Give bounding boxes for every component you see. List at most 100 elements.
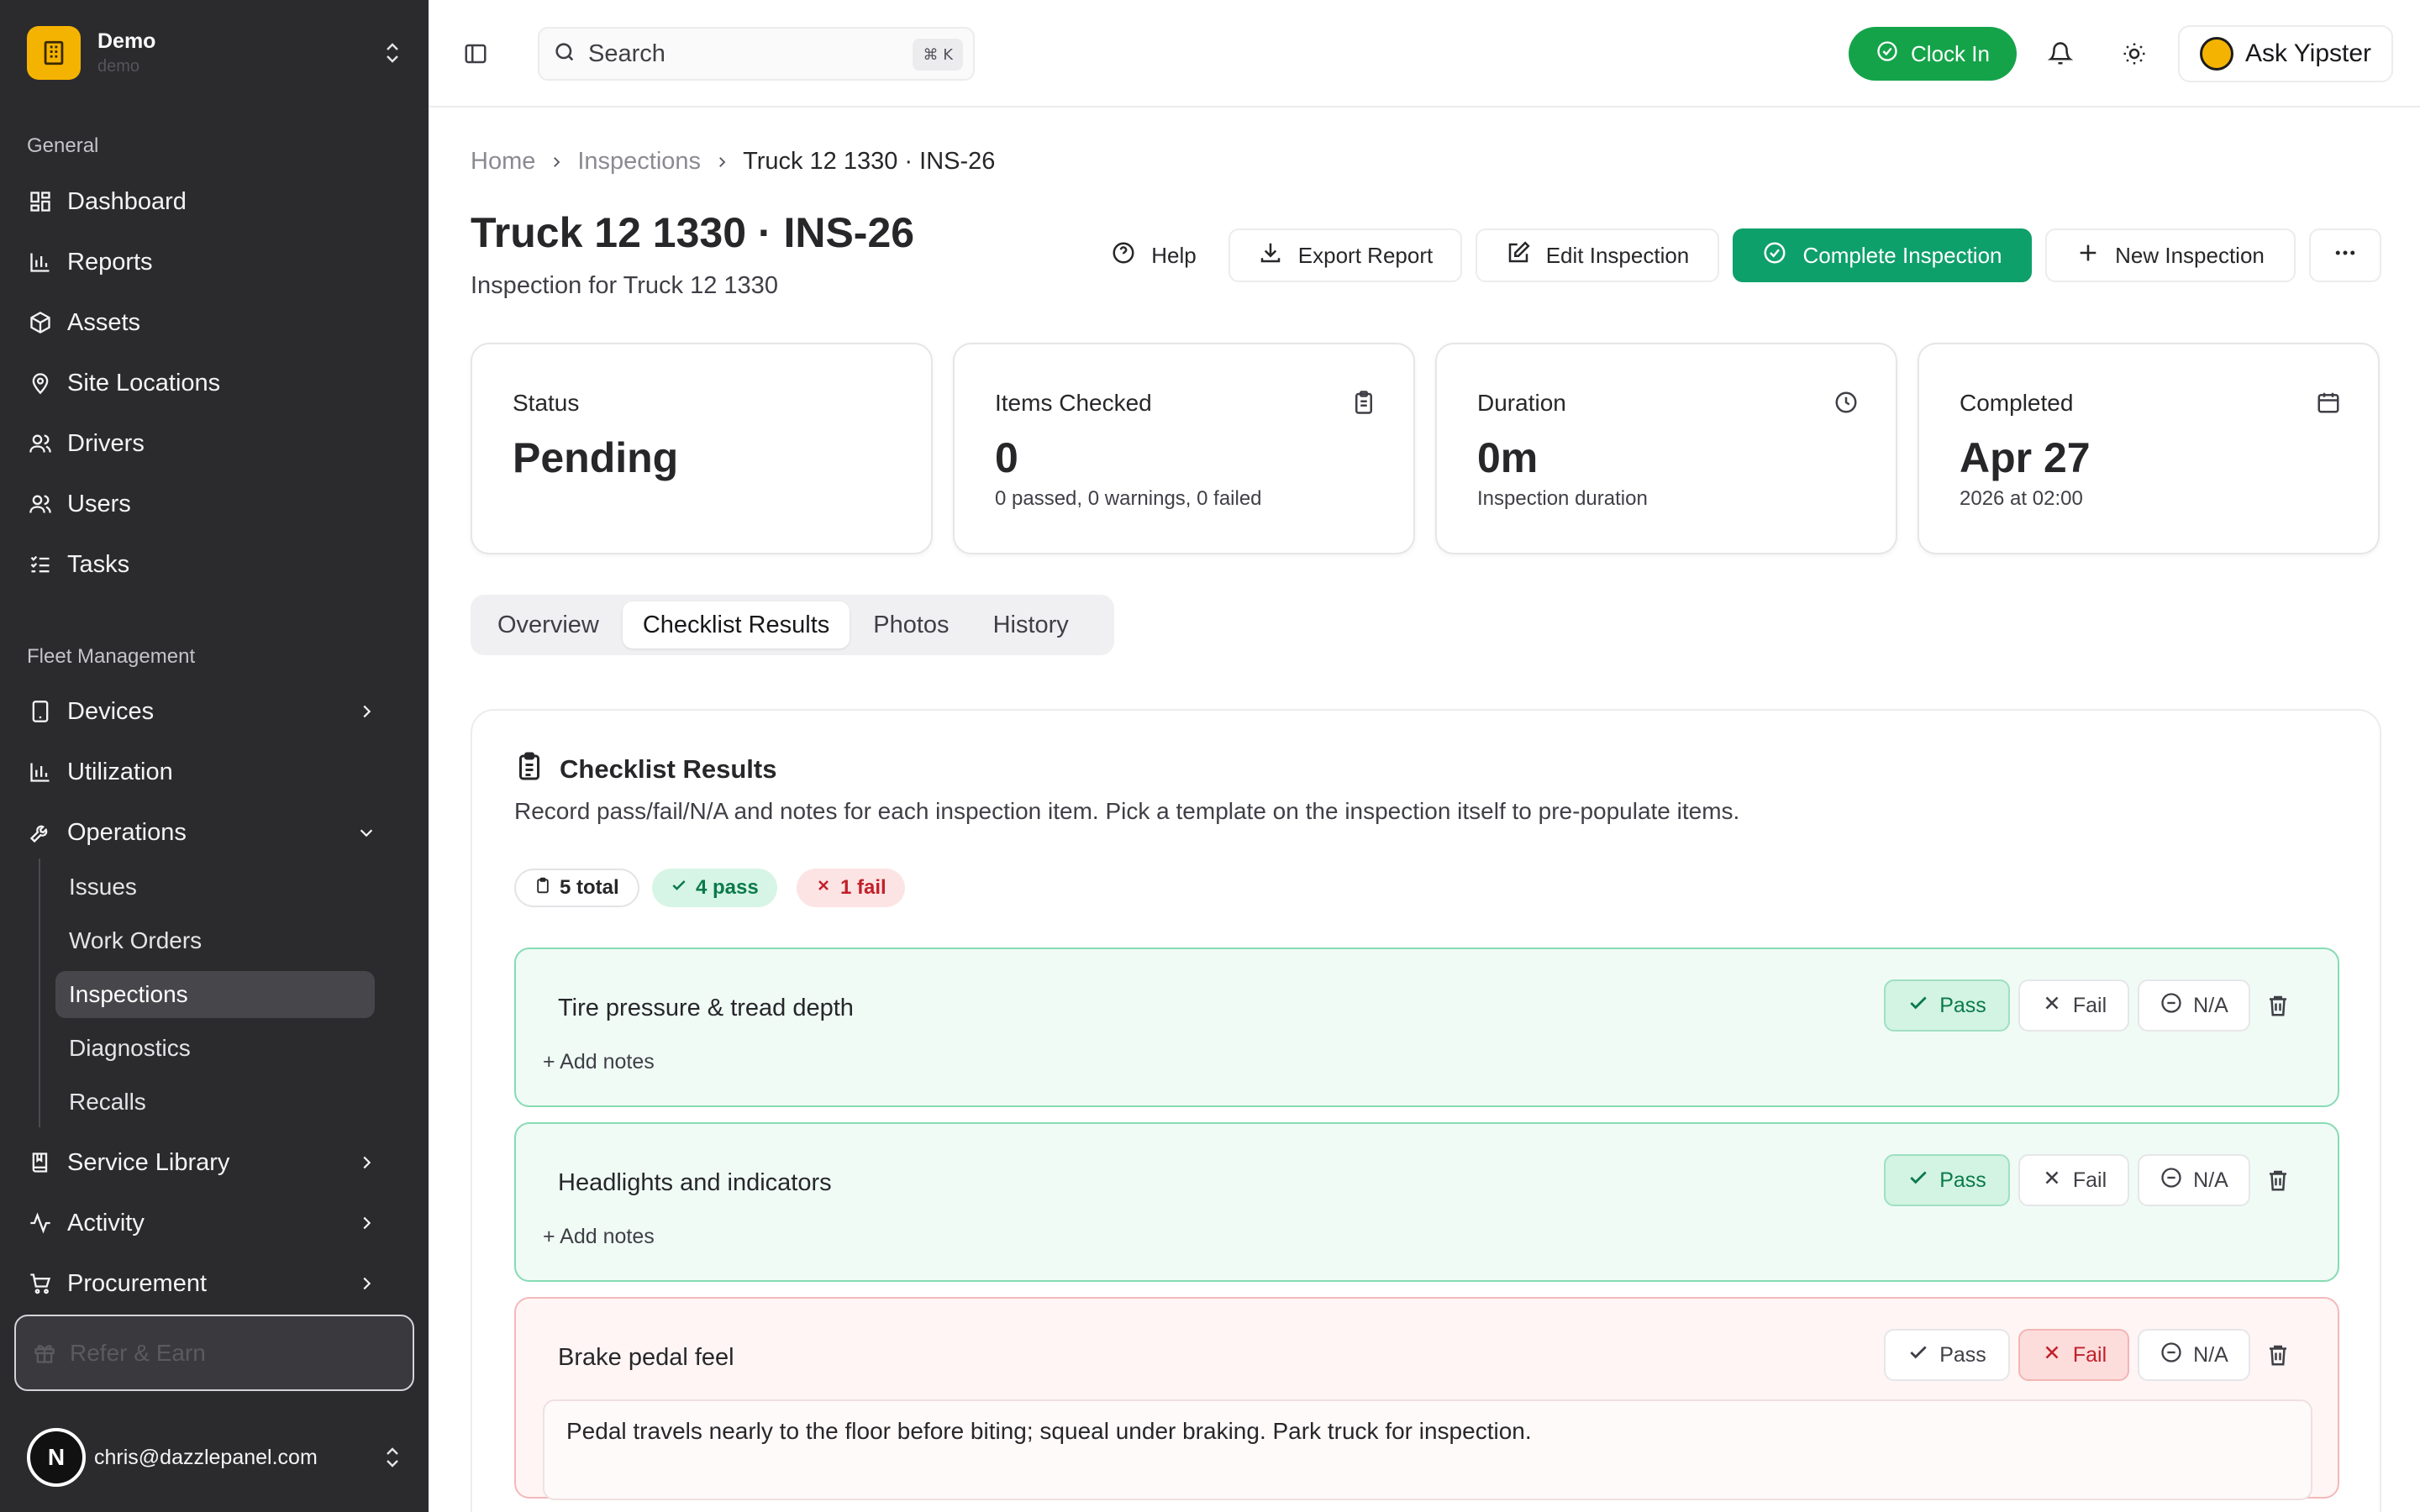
bell-icon[interactable] [2044, 37, 2077, 71]
stat-value: 0m [1477, 434, 1539, 481]
pass-button[interactable]: Pass [1884, 1154, 2010, 1206]
stat-value: 0 [995, 434, 1018, 481]
section-label-general: General [27, 134, 99, 157]
chevrons-up-down-icon [380, 36, 405, 70]
fail-button[interactable]: Fail [2018, 1154, 2129, 1206]
check-circle-icon [1876, 39, 1899, 69]
sidebar-item-label: Dashboard [67, 187, 187, 215]
new-inspection-button[interactable]: New Inspection [2045, 228, 2296, 282]
tab-history[interactable]: History [973, 601, 1089, 648]
sidebar-item-site-locations[interactable]: Site Locations [27, 360, 405, 407]
export-report-button[interactable]: Export Report [1228, 228, 1462, 282]
sidebar-item-drivers[interactable]: Drivers [27, 420, 405, 467]
activity-icon [27, 1210, 54, 1236]
page-subtitle: Inspection for Truck 12 1330 [471, 272, 778, 299]
edit-icon [1506, 240, 1531, 271]
tablet-icon [27, 698, 54, 725]
sidebar-item-devices[interactable]: Devices [27, 688, 405, 735]
sidebar-item-utilization[interactable]: Utilization [27, 748, 405, 795]
fail-count-label: 1 fail [840, 876, 886, 899]
sidebar-item-dashboard[interactable]: Dashboard [27, 178, 405, 225]
tab-overview[interactable]: Overview [477, 601, 619, 648]
sidebar-item-operations[interactable]: Operations [27, 809, 405, 856]
stat-card-items-checked: Items Checked 0 0 passed, 0 warnings, 0 … [953, 343, 1415, 554]
sidebar-item-users[interactable]: Users [27, 480, 405, 528]
search-bar[interactable]: ⌘ K [538, 27, 975, 81]
breadcrumb-home[interactable]: Home [471, 148, 535, 176]
org-switcher[interactable]: Demo demo [27, 25, 405, 81]
checklist-item: Brake pedal feel Pass Fail N/A Pedal tra… [514, 1297, 2339, 1500]
user-menu[interactable]: N chris@dazzlepanel.com [27, 1428, 405, 1487]
tab-checklist-results[interactable]: Checklist Results [622, 601, 850, 648]
pass-button[interactable]: Pass [1884, 979, 2010, 1032]
x-icon [2041, 1341, 2063, 1369]
wrench-icon [27, 819, 54, 846]
trash-icon[interactable] [2264, 1166, 2292, 1194]
sidebar-subitem-issues[interactable]: Issues [55, 864, 375, 911]
check-icon [1907, 992, 1929, 1020]
sidebar-item-activity[interactable]: Activity [27, 1200, 405, 1247]
sidebar-item-label: Operations [67, 818, 187, 846]
search-input[interactable] [588, 39, 891, 68]
na-button[interactable]: N/A [2138, 1329, 2250, 1381]
tab-bar: Overview Checklist Results Photos Histor… [471, 595, 1114, 655]
complete-inspection-button[interactable]: Complete Inspection [1733, 228, 2032, 282]
na-button[interactable]: N/A [2138, 1154, 2250, 1206]
checklist-item: Tire pressure & tread depth Pass Fail N/… [514, 948, 2339, 1107]
sidebar-item-service-library[interactable]: Service Library [27, 1139, 405, 1186]
building-icon [27, 26, 81, 80]
sidebar-item-procurement[interactable]: Procurement [27, 1260, 405, 1307]
user-email: chris@dazzlepanel.com [94, 1445, 318, 1469]
tab-photos[interactable]: Photos [853, 601, 969, 648]
topbar: ⌘ K Clock In Ask Yipster [429, 0, 2420, 108]
box-icon [27, 309, 54, 336]
more-actions-button[interactable] [2309, 228, 2381, 282]
sidebar-item-tasks[interactable]: Tasks [27, 541, 405, 588]
item-notes-field[interactable]: Pedal travels nearly to the floor before… [543, 1399, 2312, 1500]
search-shortcut: ⌘ K [913, 39, 963, 71]
sidebar-toggle-icon[interactable] [459, 37, 492, 71]
chevrons-up-down-icon [380, 1441, 405, 1474]
stat-card-status: Status Pending [471, 343, 933, 554]
minus-circle-icon [2160, 1166, 2183, 1195]
na-label: N/A [2193, 1342, 2228, 1367]
help-button[interactable]: Help [1101, 228, 1207, 282]
x-icon [2041, 1167, 2063, 1194]
avatar: N [27, 1428, 86, 1487]
edit-inspection-button[interactable]: Edit Inspection [1476, 228, 1719, 282]
sidebar-subitem-work-orders[interactable]: Work Orders [55, 917, 375, 964]
trash-icon[interactable] [2264, 991, 2292, 1020]
sidebar-subitem-recalls[interactable]: Recalls [55, 1079, 375, 1126]
download-icon [1258, 240, 1283, 271]
check-icon [1907, 1167, 1929, 1194]
sidebar-item-assets[interactable]: Assets [27, 299, 405, 346]
sun-icon[interactable] [2118, 37, 2151, 71]
refer-and-earn-button[interactable]: Refer & Earn [14, 1315, 414, 1391]
stat-label: Completed [1960, 390, 2074, 416]
sidebar-item-reports[interactable]: Reports [27, 239, 405, 286]
x-icon [2041, 992, 2063, 1020]
org-name: Demo [97, 29, 156, 53]
chevron-right-icon [549, 155, 564, 170]
na-button[interactable]: N/A [2138, 979, 2250, 1032]
sidebar-subitem-diagnostics[interactable]: Diagnostics [55, 1025, 375, 1072]
fail-button[interactable]: Fail [2018, 979, 2129, 1032]
sidebar-subitem-inspections[interactable]: Inspections [55, 971, 375, 1018]
clock-in-button[interactable]: Clock In [1849, 27, 2017, 81]
add-notes-button[interactable]: + Add notes [543, 1050, 655, 1074]
edit-label: Edit Inspection [1545, 242, 1690, 268]
list-checks-icon [27, 551, 54, 578]
stat-value: Apr 27 [1960, 434, 2091, 481]
pass-button[interactable]: Pass [1884, 1329, 2010, 1381]
ask-yipster-button[interactable]: Ask Yipster [2178, 25, 2393, 82]
more-horizontal-icon [2333, 240, 2358, 271]
fail-button[interactable]: Fail [2018, 1329, 2129, 1381]
yipster-logo-icon [2199, 37, 2233, 71]
trash-icon[interactable] [2264, 1341, 2292, 1369]
help-circle-icon [1111, 240, 1136, 271]
breadcrumb-inspections[interactable]: Inspections [577, 148, 701, 176]
sidebar-item-label: Utilization [67, 758, 173, 785]
clipboard-list-icon [514, 751, 544, 788]
calendar-icon [2314, 388, 2343, 417]
add-notes-button[interactable]: + Add notes [543, 1225, 655, 1249]
